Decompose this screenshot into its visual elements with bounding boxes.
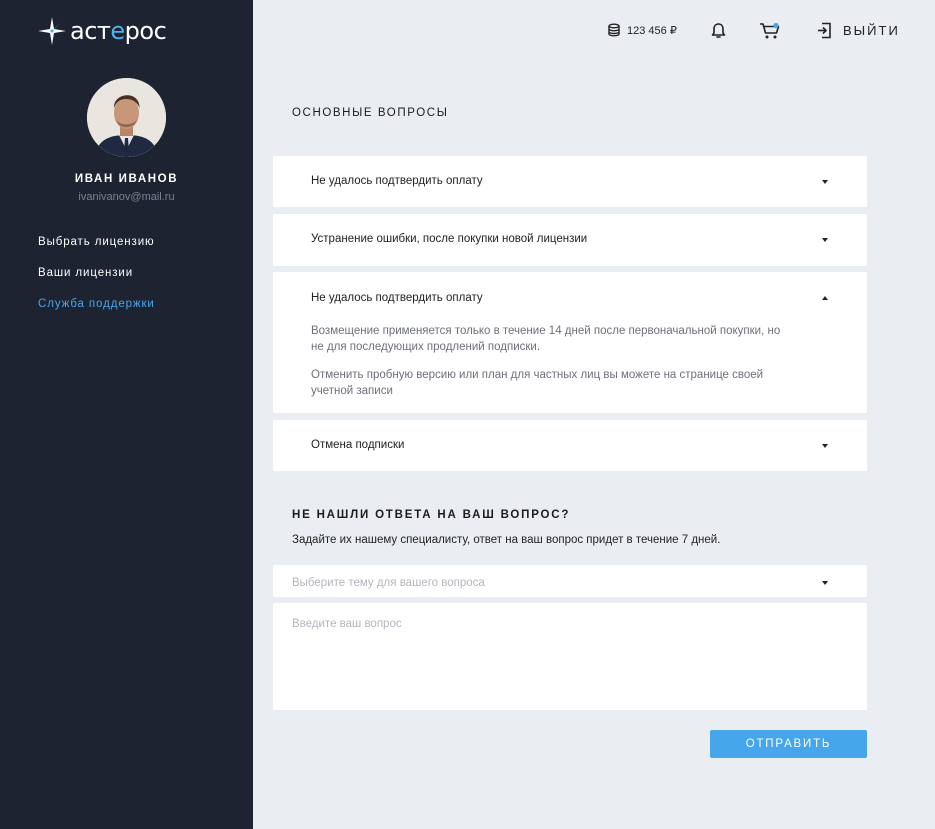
chevron-down-icon [822,444,828,448]
chevron-down-icon [822,180,828,184]
logo[interactable]: астерос [37,16,167,46]
faq-question: Отмена подписки [311,439,405,451]
cart-button[interactable] [759,22,781,45]
topic-select-placeholder: Выберите тему для вашего вопроса [292,577,485,589]
faq-question: Не удалось подтвердить оплату [311,175,483,187]
faq-question: Устранение ошибки, после покупки новой л… [311,233,588,245]
submit-button[interactable]: ОТПРАВИТЬ [710,730,867,758]
sidebar-nav: Выбрать лицензию Ваши лицензии Служба по… [38,236,155,329]
user-name: ИВАН ИВАНОВ [74,173,179,185]
faq-answer-paragraph: Возмещение применяется только в течение … [311,325,781,353]
faq-item-expanded[interactable]: Не удалось подтвердить оплату Возмещение… [273,272,867,413]
sidebar-item-choose-license[interactable]: Выбрать лицензию [38,236,155,267]
question-form-title: НЕ НАШЛИ ОТВЕТА НА ВАШ ВОПРОС? [292,509,571,521]
logo-text: астерос [70,17,167,45]
star-logo-icon [38,17,66,45]
notifications-button[interactable] [710,22,727,45]
logout-label: ВЫЙТИ [843,23,900,38]
question-form-subtitle: Задайте их нашему специалисту, ответ на … [292,534,721,546]
balance-amount: 123 456 ₽ [627,24,677,37]
user-email: ivanivanov@mail.ru [78,191,175,203]
cart-icon [760,22,780,39]
coins-icon [608,23,620,37]
balance[interactable]: 123 456 ₽ [607,23,677,37]
faq-question: Не удалось подтвердить оплату [311,292,483,304]
chevron-down-icon [822,238,828,242]
faq-item[interactable]: Не удалось подтвердить оплату [273,156,867,207]
faq-item[interactable]: Устранение ошибки, после покупки новой л… [273,214,867,266]
chevron-up-icon [822,296,828,300]
sidebar-item-support[interactable]: Служба поддержки [38,298,155,329]
question-input[interactable] [273,603,867,710]
sidebar-item-your-licenses[interactable]: Ваши лицензии [38,267,155,298]
sidebar: астерос ИВАН ИВАНОВ ivanivanov@mail.ru В… [0,0,253,829]
chevron-down-icon [822,581,828,585]
logout-button[interactable]: ВЫЙТИ [816,22,900,39]
faq-title: ОСНОВНЫЕ ВОПРОСЫ [292,107,449,119]
avatar-portrait-icon [87,78,166,157]
logout-icon [818,22,831,39]
avatar [87,78,166,157]
faq-answer-paragraph: Отменить пробную версию или план для час… [311,369,764,397]
faq-item[interactable]: Отмена подписки [273,420,867,471]
bell-icon [711,23,726,38]
topic-select[interactable]: Выберите тему для вашего вопроса [273,565,867,597]
